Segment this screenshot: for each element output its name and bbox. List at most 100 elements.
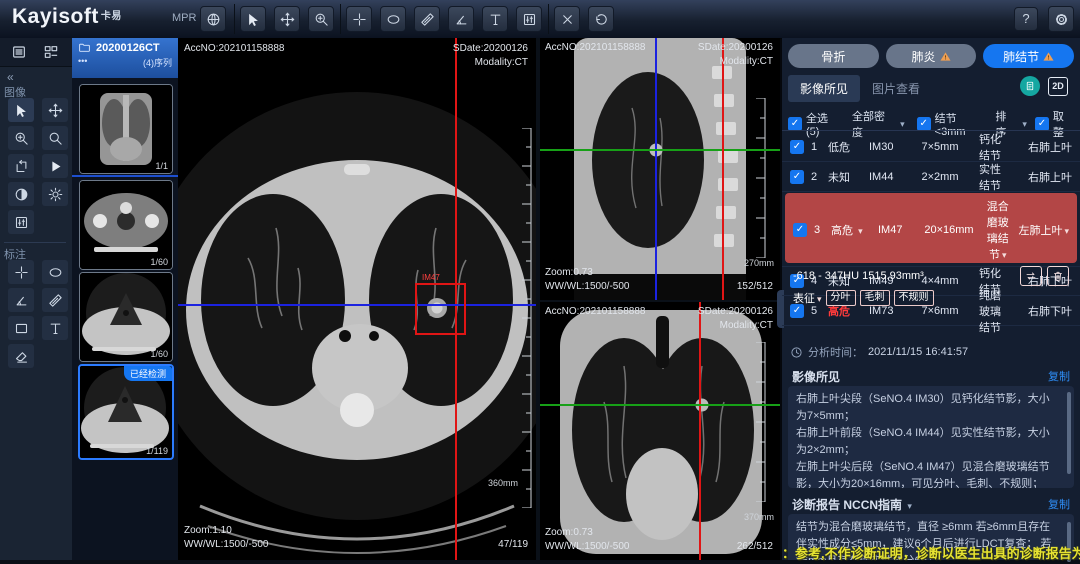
study-menu-dots[interactable]: ••• — [78, 56, 87, 69]
location-select[interactable]: 左肺上叶▾ — [1018, 222, 1069, 238]
coronal-viewport[interactable]: 370mm AccNO:202101158888 SDate:20200126M… — [540, 302, 780, 560]
row-checkbox[interactable]: ✓ — [793, 223, 807, 237]
eraser-button[interactable] — [8, 344, 34, 368]
coronal-accno: AccNO:202101158888 — [545, 305, 645, 319]
series-layout-view-button[interactable] — [40, 42, 62, 62]
recalculate-button[interactable] — [1020, 266, 1042, 286]
pan-tool-button[interactable] — [42, 98, 68, 122]
window-level-button[interactable] — [8, 210, 34, 234]
angle-annotate-button[interactable] — [8, 288, 34, 312]
coronal-study-info: SDate:20200126Modality:CT — [698, 305, 773, 333]
copy-findings-button[interactable]: 复制 — [1048, 368, 1070, 385]
pan-tool-button[interactable] — [274, 6, 300, 32]
cursor-tool-button[interactable] — [240, 6, 266, 32]
analysis-time: 分析时间：2021/11/15 16:41:57 — [790, 344, 968, 360]
chevron-down-icon: ▾ — [907, 501, 912, 511]
grade-select[interactable]: 高危 ▾ — [831, 222, 871, 238]
coronal-reference-line[interactable] — [655, 38, 657, 300]
ruler-tool-button[interactable] — [414, 6, 440, 32]
divider — [4, 242, 66, 243]
ruler-annotate-button[interactable] — [42, 288, 68, 312]
magnify-tool-button[interactable] — [42, 126, 68, 150]
row-checkbox[interactable]: ✓ — [790, 140, 804, 154]
delete-nodule-button[interactable] — [1047, 266, 1069, 286]
nodule-row-2[interactable]: ✓ 2未知 IM442×2mm 实性结节右肺上叶 — [782, 162, 1080, 192]
fracture-button[interactable]: 骨折 — [788, 44, 879, 68]
thumb-index: 1/60 — [150, 349, 168, 359]
coronal-reference-line[interactable] — [178, 304, 536, 306]
series-thumbnail-3[interactable]: 1/60 — [79, 272, 173, 362]
cine-play-button[interactable] — [42, 154, 68, 178]
invert-contrast-button[interactable] — [8, 182, 34, 206]
series-thumbnail-2[interactable]: 1/60 — [79, 180, 173, 270]
nodule-row-1[interactable]: ✓ 1低危 IM307×5mm 钙化结节右肺上叶 — [782, 132, 1080, 162]
nodule-roi-box[interactable] — [415, 283, 466, 335]
report-section-header: 诊断报告 NCCN指南 ▾ 复制 — [782, 496, 1080, 513]
round-checkbox[interactable]: ✓ — [1035, 117, 1049, 131]
toolbar-separator — [340, 4, 341, 34]
left-tool-panel: « 图像 标注 — [0, 38, 73, 564]
series-thumbnail-1[interactable]: 1/1 — [79, 84, 173, 174]
clear-annotations-button[interactable] — [554, 6, 580, 32]
axial-scale-ruler — [522, 128, 532, 508]
mpr-mode-button[interactable] — [200, 6, 226, 32]
series-list-view-button[interactable] — [8, 42, 30, 62]
ellipse-annotate-button[interactable] — [42, 260, 68, 284]
tab-findings[interactable]: 影像所见 — [788, 75, 860, 102]
small-nodule-checkbox[interactable]: ✓ — [917, 117, 931, 131]
pneumonia-button[interactable]: 肺炎 — [886, 44, 977, 68]
divider — [782, 130, 1080, 131]
rectangle-annotate-button[interactable] — [8, 316, 34, 340]
zoom-in-tool-button[interactable] — [8, 126, 34, 150]
feature-chip[interactable]: 不规则 — [894, 290, 934, 306]
viewer-window: Kayisoft卡易 MPR ? « 图像 — [0, 0, 1080, 564]
axial-reference-line[interactable] — [540, 404, 780, 406]
crosshair-annotate-button[interactable] — [8, 260, 34, 284]
2d-mode-button[interactable]: 2D — [1048, 76, 1068, 96]
coronal-status: Zoom:0.73WW/WL:1500/-500 — [545, 526, 629, 554]
axial-scale-label: 360mm — [488, 478, 518, 488]
angle-tool-button[interactable] — [448, 6, 474, 32]
series-count: (4)序列 — [143, 56, 172, 69]
copy-report-button[interactable]: 复制 — [1048, 496, 1070, 513]
toolbar-separator — [548, 4, 549, 34]
tab-image-view[interactable]: 图片查看 — [860, 75, 932, 102]
feature-chip[interactable]: 分叶 — [826, 290, 856, 306]
reset-button[interactable] — [588, 6, 614, 32]
nodule-row-3-selected[interactable]: ✓ 3 高危 ▾ IM47 20×16mm 混合磨玻璃结节▾ 左肺上叶▾ -61… — [785, 193, 1077, 263]
axial-reference-line[interactable] — [540, 149, 780, 151]
thumb-index: 1/119 — [146, 446, 168, 456]
cursor-tool-button[interactable] — [8, 98, 34, 122]
help-button[interactable]: ? — [1014, 7, 1038, 31]
text-annotate-button[interactable] — [42, 316, 68, 340]
brightness-button[interactable] — [42, 182, 68, 206]
zoom-tool-button[interactable] — [308, 6, 334, 32]
feature-select[interactable]: 表征▾ — [793, 290, 822, 306]
sagittal-reference-line[interactable] — [699, 302, 701, 560]
rotate-tool-button[interactable] — [8, 154, 34, 178]
ellipse-tool-button[interactable] — [380, 6, 406, 32]
feature-chip[interactable]: 毛刺 — [860, 290, 890, 306]
lung-nodule-button[interactable]: 肺结节 — [983, 44, 1074, 68]
mpr-label: MPR — [172, 12, 196, 24]
text-tool-button[interactable] — [482, 6, 508, 32]
window-level-button[interactable] — [516, 6, 542, 32]
report-icon[interactable] — [1020, 76, 1040, 96]
warning-icon — [1043, 51, 1054, 62]
sagittal-viewport[interactable]: 270mm AccNO:202101158888 SDate:20200126M… — [540, 38, 780, 300]
settings-button[interactable] — [1048, 6, 1074, 32]
row-checkbox[interactable]: ✓ — [790, 170, 804, 184]
findings-section-header: 影像所见 复制 — [782, 368, 1080, 385]
collapse-panel-button[interactable]: « — [7, 70, 14, 84]
select-all-checkbox[interactable]: ✓ — [788, 117, 802, 131]
nodule-roi-label: IM47 — [422, 273, 440, 282]
coronal-slice-index: 262/512 — [737, 540, 773, 554]
series-thumbnail-4-selected[interactable]: 已经检测 1/119 — [78, 364, 174, 460]
sagittal-reference-line[interactable] — [722, 38, 724, 300]
crosshair-tool-button[interactable] — [346, 6, 372, 32]
axial-viewport[interactable]: IM47 360mm AccNO:202101158888 SDate:2020… — [178, 38, 536, 560]
study-tab[interactable]: 20200126CT •••(4)序列 — [72, 38, 178, 78]
findings-text: 右肺上叶尖段（SeNO.4 IM30）见钙化结节影，大小为7×5mm； 右肺上叶… — [788, 386, 1074, 488]
findings-scrollbar[interactable] — [1067, 392, 1071, 474]
type-select[interactable]: 混合磨玻璃结节▾ — [984, 198, 1011, 262]
